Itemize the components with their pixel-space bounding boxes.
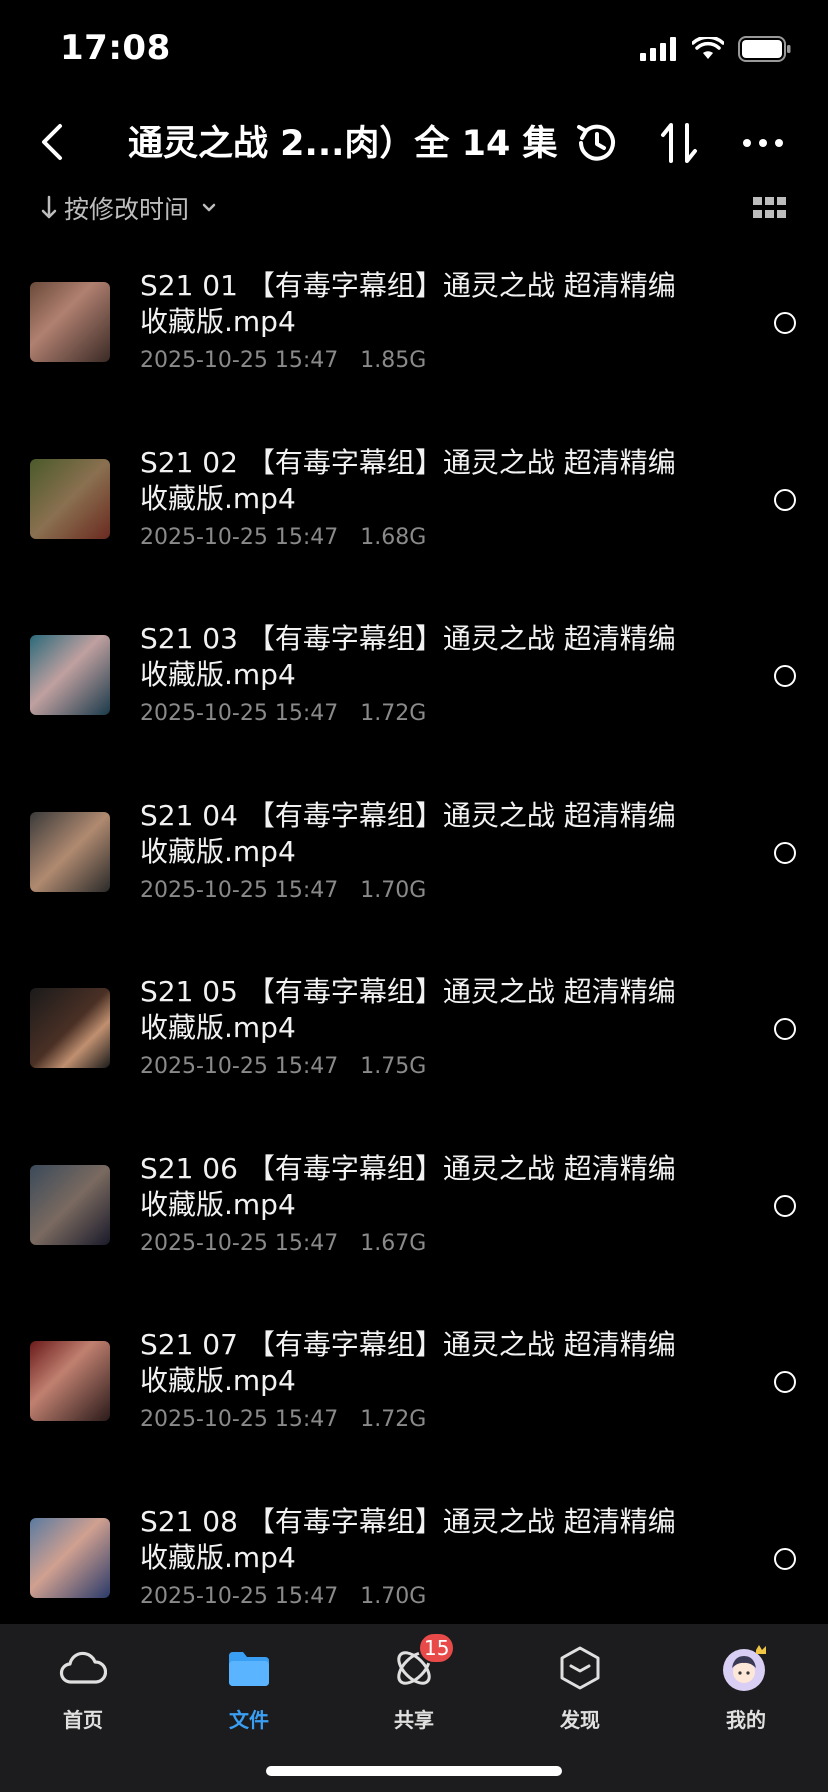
file-meta: 2025-10-25 15:47 1.85G xyxy=(140,348,426,373)
file-meta: 2025-10-25 15:47 1.67G xyxy=(140,1231,426,1256)
sort-toggle-button[interactable] xyxy=(648,112,710,174)
file-name: S21 03 【有毒字幕组】通灵之战 超清精编收藏版.mp4 xyxy=(140,622,676,691)
arrow-down-icon xyxy=(41,195,57,219)
file-row[interactable]: S21 08 【有毒字幕组】通灵之战 超清精编收藏版.mp4 2025-10-2… xyxy=(0,1472,828,1649)
file-size: 1.72G xyxy=(360,701,427,726)
nav-header: 通灵之战 2...肉）全 14 集 xyxy=(0,100,828,190)
file-row[interactable]: S21 02 【有毒字幕组】通灵之战 超清精编收藏版.mp4 2025-10-2… xyxy=(0,413,828,590)
tab-label: 共享 xyxy=(394,1708,434,1732)
file-row[interactable]: S21 07 【有毒字幕组】通灵之战 超清精编收藏版.mp4 2025-10-2… xyxy=(0,1295,828,1472)
sort-arrows-icon xyxy=(661,123,697,163)
signal-icon xyxy=(640,37,678,65)
sort-row: 按修改时间 xyxy=(0,178,828,238)
file-size: 1.75G xyxy=(360,1054,427,1079)
more-dots-icon xyxy=(743,139,783,147)
tab-profile[interactable]: 我的 xyxy=(686,1642,806,1742)
avatar-icon xyxy=(720,1642,772,1694)
video-thumbnail xyxy=(30,1517,110,1598)
tab-label: 文件 xyxy=(229,1708,269,1732)
status-icons xyxy=(640,35,792,66)
tab-label: 首页 xyxy=(63,1708,103,1732)
notification-badge: 15 xyxy=(418,1632,456,1664)
select-checkbox[interactable] xyxy=(774,1018,796,1040)
file-size: 1.70G xyxy=(360,877,427,903)
file-meta: 2025-10-25 15:47 1.68G xyxy=(140,525,426,550)
video-thumbnail xyxy=(30,988,110,1068)
select-checkbox[interactable] xyxy=(774,1194,796,1217)
select-checkbox[interactable] xyxy=(774,841,796,864)
file-date: 2025-10-25 15:47 xyxy=(140,877,339,903)
file-date: 2025-10-25 15:47 xyxy=(140,1583,339,1609)
sort-dropdown[interactable]: 按修改时间 xyxy=(40,178,219,238)
file-name: S21 08 【有毒字幕组】通灵之战 超清精编收藏版.mp4 xyxy=(140,1504,676,1574)
video-thumbnail xyxy=(30,282,110,362)
wifi-icon xyxy=(691,35,725,65)
select-checkbox[interactable] xyxy=(774,1371,796,1393)
file-row[interactable]: S21 05 【有毒字幕组】通灵之战 超清精编收藏版.mp4 2025-10-2… xyxy=(0,942,828,1119)
video-thumbnail xyxy=(30,1341,110,1421)
file-row[interactable]: S21 04 【有毒字幕组】通灵之战 超清精编收藏版.mp4 2025-10-2… xyxy=(0,766,828,943)
select-checkbox[interactable] xyxy=(774,312,796,334)
file-meta: 2025-10-25 15:47 1.72G xyxy=(140,701,426,726)
select-checkbox[interactable] xyxy=(774,1547,796,1570)
file-meta: 2025-10-25 15:47 1.70G xyxy=(140,878,426,903)
tab-home[interactable]: 首页 xyxy=(23,1642,143,1742)
video-thumbnail xyxy=(30,811,110,892)
file-row[interactable]: S21 01 【有毒字幕组】通灵之战 超清精编收藏版.mp4 2025-10-2… xyxy=(0,236,828,413)
share-icon: 15 xyxy=(388,1632,456,1694)
file-name: S21 01 【有毒字幕组】通灵之战 超清精编收藏版.mp4 xyxy=(140,269,676,338)
page-title: 通灵之战 2...肉）全 14 集 xyxy=(128,124,558,164)
file-meta: 2025-10-25 15:47 1.72G xyxy=(140,1407,426,1432)
file-name: S21 06 【有毒字幕组】通灵之战 超清精编收藏版.mp4 xyxy=(140,1151,676,1221)
file-list: S21 01 【有毒字幕组】通灵之战 超清精编收藏版.mp4 2025-10-2… xyxy=(0,236,828,1648)
status-bar: 17:08 xyxy=(0,0,828,100)
file-size: 1.67G xyxy=(360,1230,427,1256)
tab-label: 发现 xyxy=(560,1708,600,1732)
video-thumbnail xyxy=(30,635,110,715)
file-size: 1.85G xyxy=(360,348,427,373)
tab-files[interactable]: 文件 xyxy=(189,1642,309,1742)
file-date: 2025-10-25 15:47 xyxy=(140,701,339,726)
tab-bar: 首页 文件 15 共享 发现 我的 xyxy=(0,1624,828,1792)
file-meta: 2025-10-25 15:47 1.75G xyxy=(140,1054,426,1079)
file-row[interactable]: S21 03 【有毒字幕组】通灵之战 超清精编收藏版.mp4 2025-10-2… xyxy=(0,589,828,766)
file-size: 1.70G xyxy=(360,1583,427,1609)
history-button[interactable] xyxy=(566,112,628,174)
back-button[interactable] xyxy=(24,114,80,170)
tab-share[interactable]: 15 共享 xyxy=(354,1632,474,1742)
file-date: 2025-10-25 15:47 xyxy=(140,1054,339,1079)
back-arrow-icon xyxy=(42,124,62,160)
tab-label: 我的 xyxy=(726,1708,766,1732)
history-icon xyxy=(577,124,615,161)
file-row[interactable]: S21 06 【有毒字幕组】通灵之战 超清精编收藏版.mp4 2025-10-2… xyxy=(0,1119,828,1296)
file-name: S21 04 【有毒字幕组】通灵之战 超清精编收藏版.mp4 xyxy=(140,798,676,868)
file-date: 2025-10-25 15:47 xyxy=(140,1230,339,1256)
grid-view-button[interactable] xyxy=(750,188,790,228)
file-size: 1.72G xyxy=(360,1407,427,1432)
file-name: S21 05 【有毒字幕组】通灵之战 超清精编收藏版.mp4 xyxy=(140,975,676,1044)
file-meta: 2025-10-25 15:47 1.70G xyxy=(140,1584,426,1609)
file-name: S21 02 【有毒字幕组】通灵之战 超清精编收藏版.mp4 xyxy=(140,445,676,515)
select-checkbox[interactable] xyxy=(774,488,796,511)
select-checkbox[interactable] xyxy=(774,665,796,687)
chevron-down-icon xyxy=(202,203,216,212)
folder-icon xyxy=(223,1642,275,1694)
file-date: 2025-10-25 15:47 xyxy=(140,1407,339,1432)
more-button[interactable] xyxy=(732,112,794,174)
discover-icon xyxy=(554,1642,606,1694)
tab-discover[interactable]: 发现 xyxy=(520,1642,640,1742)
video-thumbnail xyxy=(30,458,110,539)
file-name: S21 07 【有毒字幕组】通灵之战 超清精编收藏版.mp4 xyxy=(140,1328,676,1397)
home-indicator xyxy=(266,1766,562,1776)
file-size: 1.68G xyxy=(360,524,427,550)
grid-icon xyxy=(753,197,786,218)
sort-label: 按修改时间 xyxy=(64,195,190,224)
status-time: 17:08 xyxy=(60,28,171,68)
file-date: 2025-10-25 15:47 xyxy=(140,348,339,373)
video-thumbnail xyxy=(30,1164,110,1245)
file-date: 2025-10-25 15:47 xyxy=(140,524,339,550)
battery-icon xyxy=(738,36,792,66)
cloud-icon xyxy=(57,1642,109,1694)
